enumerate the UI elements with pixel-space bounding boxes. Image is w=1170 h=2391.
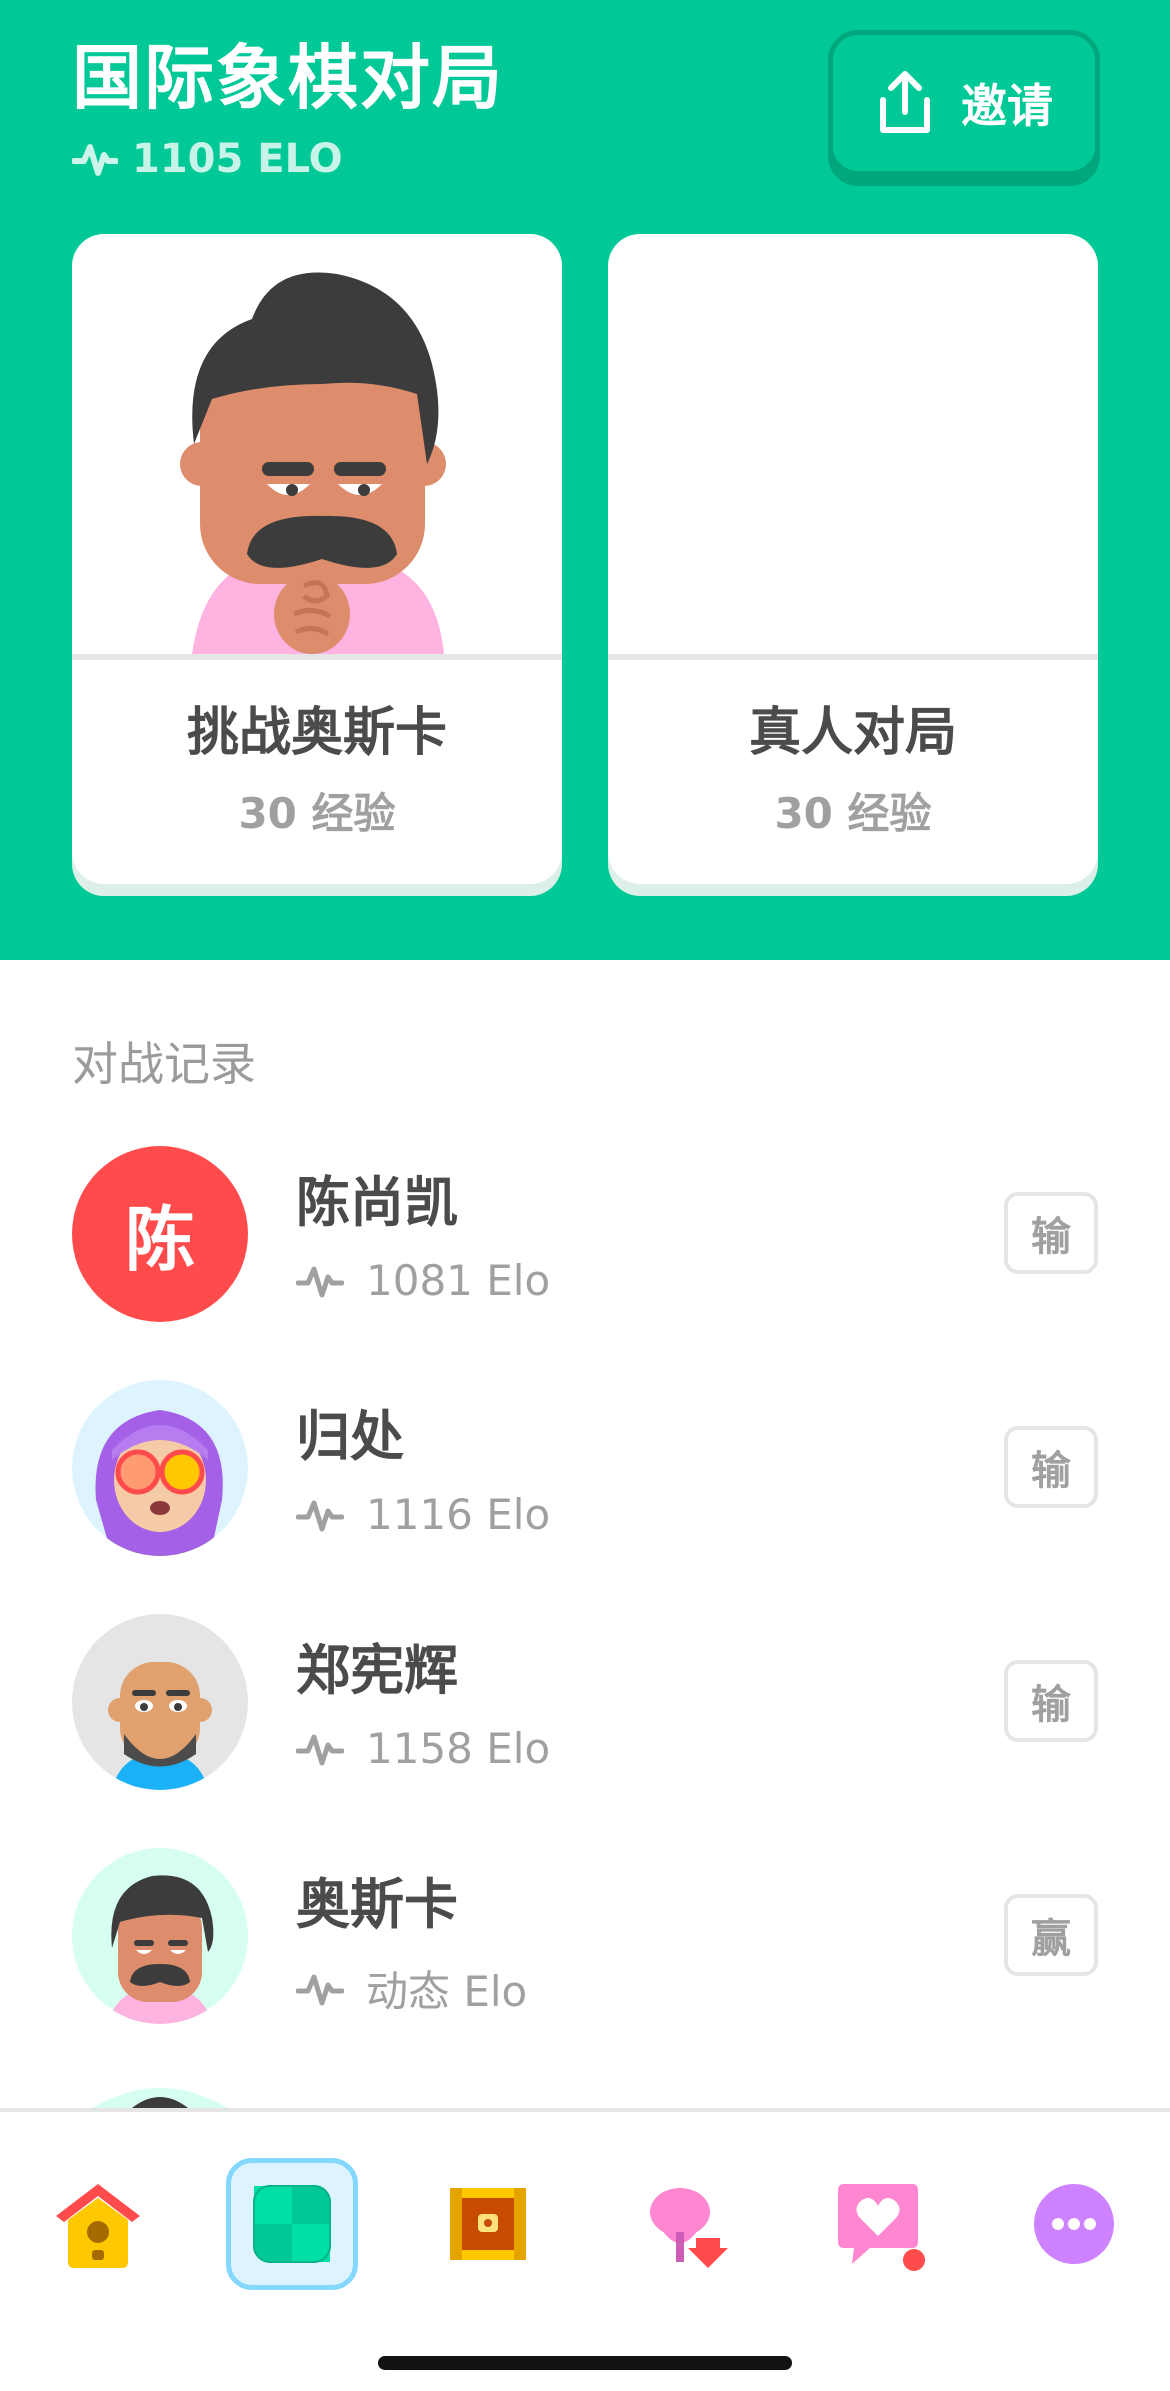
friends-gift-icon	[650, 2188, 728, 2268]
result-badge: 赢	[1004, 1894, 1098, 1976]
chess-board-icon	[253, 2185, 331, 2263]
player-name: 归处	[296, 1405, 404, 1468]
player-elo-value: 1158 Elo	[366, 1724, 551, 1773]
result-badge: 输	[1004, 1192, 1098, 1274]
heart-message-icon	[838, 2184, 925, 2271]
treasure-chest-icon	[450, 2188, 526, 2260]
user-elo: 1105 ELO	[72, 136, 343, 182]
player-name: 郑宪辉	[296, 1639, 458, 1702]
player-name: 奥斯卡	[296, 1873, 458, 1936]
history-row[interactable]: 郑宪辉 1158 Elo 输	[72, 1614, 1098, 1790]
zheng-avatar-illustration	[72, 1614, 248, 1790]
nav-more[interactable]	[1008, 2158, 1140, 2290]
guichu-avatar-illustration	[72, 1380, 248, 1556]
player-elo-value: 动态 Elo	[366, 1967, 528, 2016]
card-divider	[72, 654, 562, 660]
user-elo-value: 1105 ELO	[132, 136, 343, 182]
nav-friends[interactable]	[618, 2158, 750, 2290]
live-match-art	[608, 234, 1098, 654]
bottom-navigation	[0, 2108, 1170, 2391]
player-elo-value: 1116 Elo	[366, 1490, 551, 1539]
history-row[interactable]: 奥斯卡 动态 Elo 赢	[72, 1848, 1098, 2024]
oscar-illustration	[180, 272, 446, 654]
nav-chest[interactable]	[422, 2158, 554, 2290]
page-title: 国际象棋对局	[72, 37, 504, 119]
live-match-card[interactable]: 真人对局 30 经验	[608, 234, 1098, 884]
pulse-icon	[296, 1734, 344, 1765]
avatar: 陈	[72, 1146, 248, 1322]
nav-home[interactable]	[32, 2158, 164, 2290]
invite-label: 邀请	[961, 79, 1053, 133]
oscar-avatar-illustration	[72, 1848, 248, 2024]
more-options-icon	[1034, 2184, 1114, 2264]
card-divider	[608, 654, 1098, 660]
result-badge: 输	[1004, 1426, 1098, 1508]
history-row[interactable]: 归处 1116 Elo 输	[72, 1380, 1098, 1556]
result-badge: 输	[1004, 1660, 1098, 1742]
avatar	[72, 1380, 248, 1556]
history-title: 对战记录	[72, 1037, 256, 1091]
pulse-icon	[72, 144, 118, 176]
player-name: 陈尚凯	[296, 1171, 458, 1234]
pulse-icon	[296, 1266, 344, 1297]
pulse-icon	[296, 1974, 344, 2005]
live-match-label: 真人对局	[748, 703, 957, 763]
player-elo: 1158 Elo	[296, 1724, 550, 1773]
challenge-oscar-xp: 30 经验	[238, 789, 396, 838]
challenge-oscar-card[interactable]: 挑战奥斯卡 30 经验	[72, 234, 562, 884]
share-icon	[880, 71, 930, 133]
avatar	[72, 1614, 248, 1790]
live-match-xp: 30 经验	[774, 789, 932, 838]
player-elo-value: 1081 Elo	[366, 1256, 551, 1305]
invite-button[interactable]: 邀请	[828, 30, 1100, 176]
player-elo: 1116 Elo	[296, 1490, 550, 1539]
history-row-partial	[72, 2078, 1098, 2108]
home-indicator	[378, 2356, 792, 2370]
pulse-icon	[296, 1500, 344, 1531]
chess-header: 国际象棋对局 1105 ELO 邀请 挑战奥斯卡 30 经验 真人对局 30 经…	[0, 0, 1170, 960]
challenge-oscar-label: 挑战奥斯卡	[186, 703, 447, 763]
player-elo: 1081 Elo	[296, 1256, 550, 1305]
nav-chess[interactable]	[226, 2158, 358, 2290]
history-row[interactable]: 陈 陈尚凯 1081 Elo 输	[72, 1146, 1098, 1322]
avatar	[72, 1848, 248, 2024]
home-birdhouse-icon	[56, 2184, 140, 2268]
partial-avatar	[92, 2088, 228, 2108]
nav-messages[interactable]	[812, 2158, 944, 2290]
player-elo: 动态 Elo	[296, 1958, 527, 2019]
